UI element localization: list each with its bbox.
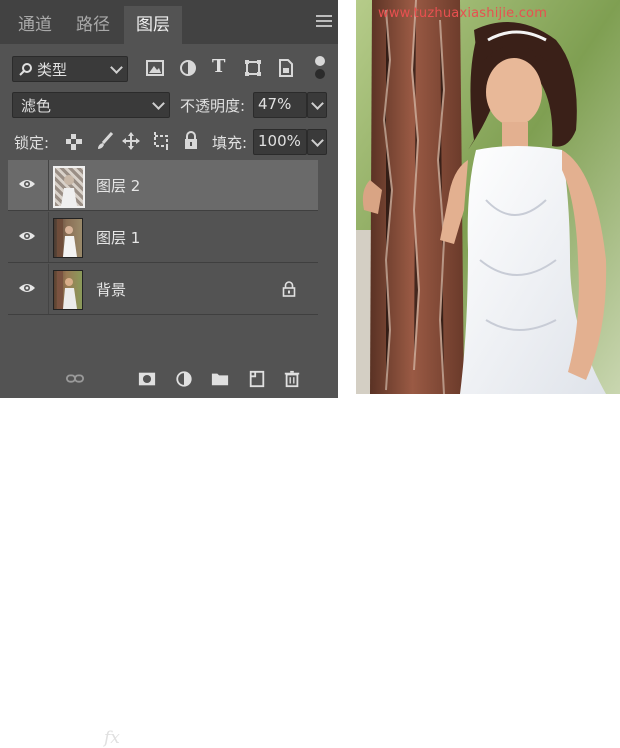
chevron-down-icon — [152, 97, 165, 110]
lock-transparent-pixels-icon[interactable] — [66, 134, 82, 150]
fill-input[interactable]: 100% — [253, 129, 307, 155]
thumbnail-image — [61, 175, 77, 206]
panel-bottom-toolbar: fx — [0, 360, 338, 748]
tab-channels[interactable]: 通道 — [6, 6, 64, 44]
panel-tab-bar: 通道 路径 图层 — [0, 0, 338, 44]
panel-menu-icon[interactable] — [316, 12, 332, 28]
layer-row-layer-1[interactable]: 图层 1 — [8, 212, 318, 263]
photo-preview: www.tuzhuaxiashijie.com — [356, 0, 620, 394]
lock-label: 锁定: — [14, 134, 50, 152]
blend-mode-value: 滤色 — [21, 97, 52, 115]
row-divider — [48, 264, 49, 314]
thumbnail-image — [57, 271, 77, 309]
watermark-text: www.tuzhuaxiashijie.com — [378, 6, 548, 21]
chevron-down-icon — [311, 97, 324, 110]
thumbnail-image — [57, 219, 77, 257]
fill-value: 100% — [258, 132, 301, 150]
lock-image-pixels-icon[interactable] — [96, 132, 114, 150]
chevron-down-icon — [110, 61, 123, 74]
row-divider — [48, 160, 49, 210]
layers-panel: 通道 路径 图层 类型 T 滤色 不透明度: 47% 锁定: 填充: 100% … — [0, 0, 338, 748]
row-divider — [48, 212, 49, 262]
fill-dropdown-button[interactable] — [307, 129, 327, 155]
layer-name[interactable]: 背景 — [96, 279, 126, 300]
visibility-eye-icon[interactable] — [18, 177, 36, 191]
layer-thumbnail — [53, 218, 83, 258]
filter-type-label: 类型 — [37, 61, 68, 79]
layer-style-fx-icon[interactable]: fx — [104, 728, 120, 748]
chevron-down-icon — [311, 134, 324, 147]
image-filter-icon[interactable] — [146, 60, 164, 76]
visibility-eye-icon[interactable] — [18, 281, 36, 295]
layer-thumbnail — [53, 166, 85, 208]
lock-artboard-icon[interactable] — [151, 132, 171, 150]
layer-filter-select[interactable]: 类型 — [12, 56, 128, 82]
layer-row-background[interactable]: 背景 — [8, 264, 318, 315]
smart-object-filter-icon[interactable] — [278, 59, 294, 77]
add-mask-icon[interactable] — [138, 370, 156, 388]
new-adjustment-layer-icon[interactable] — [175, 370, 193, 388]
adjustment-filter-icon[interactable] — [179, 59, 197, 77]
type-filter-icon[interactable]: T — [212, 56, 225, 77]
tab-layers[interactable]: 图层 — [124, 6, 182, 44]
lock-all-icon[interactable] — [183, 131, 199, 150]
layer-name[interactable]: 图层 1 — [96, 227, 140, 248]
tab-paths[interactable]: 路径 — [64, 6, 122, 44]
filter-toggle-icon[interactable] — [313, 55, 327, 81]
lock-position-icon[interactable] — [122, 132, 140, 150]
opacity-value: 47% — [258, 95, 292, 113]
new-layer-icon[interactable] — [248, 370, 266, 388]
layer-name[interactable]: 图层 2 — [96, 175, 140, 196]
lock-icon — [282, 281, 296, 297]
delete-layer-trash-icon[interactable] — [283, 370, 301, 388]
opacity-dropdown-button[interactable] — [307, 92, 327, 118]
opacity-input[interactable]: 47% — [253, 92, 307, 118]
blend-mode-select[interactable]: 滤色 — [12, 92, 170, 118]
visibility-eye-icon[interactable] — [18, 229, 36, 243]
fill-label: 填充: — [212, 134, 248, 152]
shape-filter-icon[interactable] — [244, 59, 262, 77]
link-layers-icon[interactable] — [66, 370, 84, 388]
layer-row-layer-2[interactable]: 图层 2 — [8, 160, 318, 211]
opacity-label: 不透明度: — [180, 97, 246, 115]
search-icon — [19, 63, 32, 76]
bride-by-tree-photo — [356, 0, 620, 394]
new-group-folder-icon[interactable] — [211, 370, 229, 388]
layers-list: 图层 2 图层 1 背景 — [8, 160, 318, 342]
layer-thumbnail — [53, 270, 83, 310]
